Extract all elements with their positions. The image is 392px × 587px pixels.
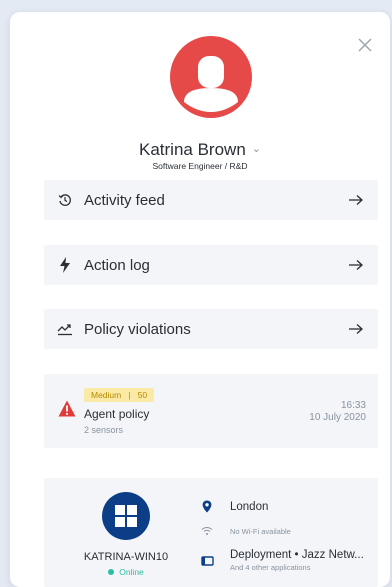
device-applications-more: And 4 other applications bbox=[230, 563, 311, 572]
applications-icon bbox=[200, 555, 214, 566]
avatar bbox=[170, 36, 252, 118]
device-location-row: London bbox=[200, 500, 268, 513]
alert-title: Agent policy bbox=[84, 407, 150, 421]
device-apps-row[interactable]: Deployment • Jazz Netw... And 4 other ap… bbox=[200, 549, 364, 572]
device-status: Online bbox=[70, 567, 182, 577]
wifi-icon bbox=[200, 526, 214, 536]
nav-action-log[interactable]: Action log bbox=[44, 245, 378, 285]
lightning-icon bbox=[56, 257, 74, 273]
user-profile-panel: Katrina Brown ⌄ Software Engineer / R&D A… bbox=[10, 12, 390, 587]
device-card[interactable]: KATRINA-WIN10 Online London No Wi-Fi ava… bbox=[44, 478, 378, 587]
chevron-down-icon[interactable]: ⌄ bbox=[252, 143, 261, 155]
trend-up-icon bbox=[56, 322, 74, 336]
warning-icon bbox=[58, 400, 76, 417]
severity-badge: Medium | 50 bbox=[84, 388, 155, 402]
nav-label: Policy violations bbox=[84, 320, 191, 338]
status-label: Online bbox=[119, 567, 144, 577]
windows-icon bbox=[102, 492, 150, 540]
nav-label: Activity feed bbox=[84, 191, 165, 209]
device-wifi-status: No Wi-Fi available bbox=[230, 526, 291, 536]
location-pin-icon bbox=[200, 500, 214, 513]
alert-subtitle: 2 sensors bbox=[84, 425, 124, 435]
user-icon bbox=[184, 56, 238, 112]
user-name: Katrina Brown bbox=[139, 140, 246, 159]
alert-card[interactable]: Medium | 50 Agent policy 2 sensors 16:33… bbox=[44, 374, 378, 448]
device-applications: Deployment • Jazz Netw... bbox=[230, 549, 364, 561]
nav-policy-violations[interactable]: Policy violations bbox=[44, 309, 378, 349]
nav-activity-feed[interactable]: Activity feed bbox=[44, 180, 378, 220]
device-wifi-row: No Wi-Fi available bbox=[200, 526, 291, 536]
close-icon[interactable] bbox=[356, 36, 374, 54]
arrow-right-icon bbox=[349, 260, 363, 270]
alert-time: 16:33 bbox=[340, 400, 366, 411]
user-role: Software Engineer / R&D bbox=[152, 161, 248, 171]
user-name-row[interactable]: Katrina Brown ⌄ bbox=[10, 140, 390, 160]
arrow-right-icon bbox=[349, 195, 363, 205]
device-location: London bbox=[230, 500, 269, 513]
history-icon bbox=[56, 193, 74, 207]
device-hostname: KATRINA-WIN10 bbox=[83, 551, 169, 563]
arrow-right-icon bbox=[349, 324, 363, 334]
status-dot bbox=[108, 569, 115, 575]
alert-date: 10 July 2020 bbox=[309, 412, 366, 423]
nav-label: Action log bbox=[84, 256, 150, 274]
